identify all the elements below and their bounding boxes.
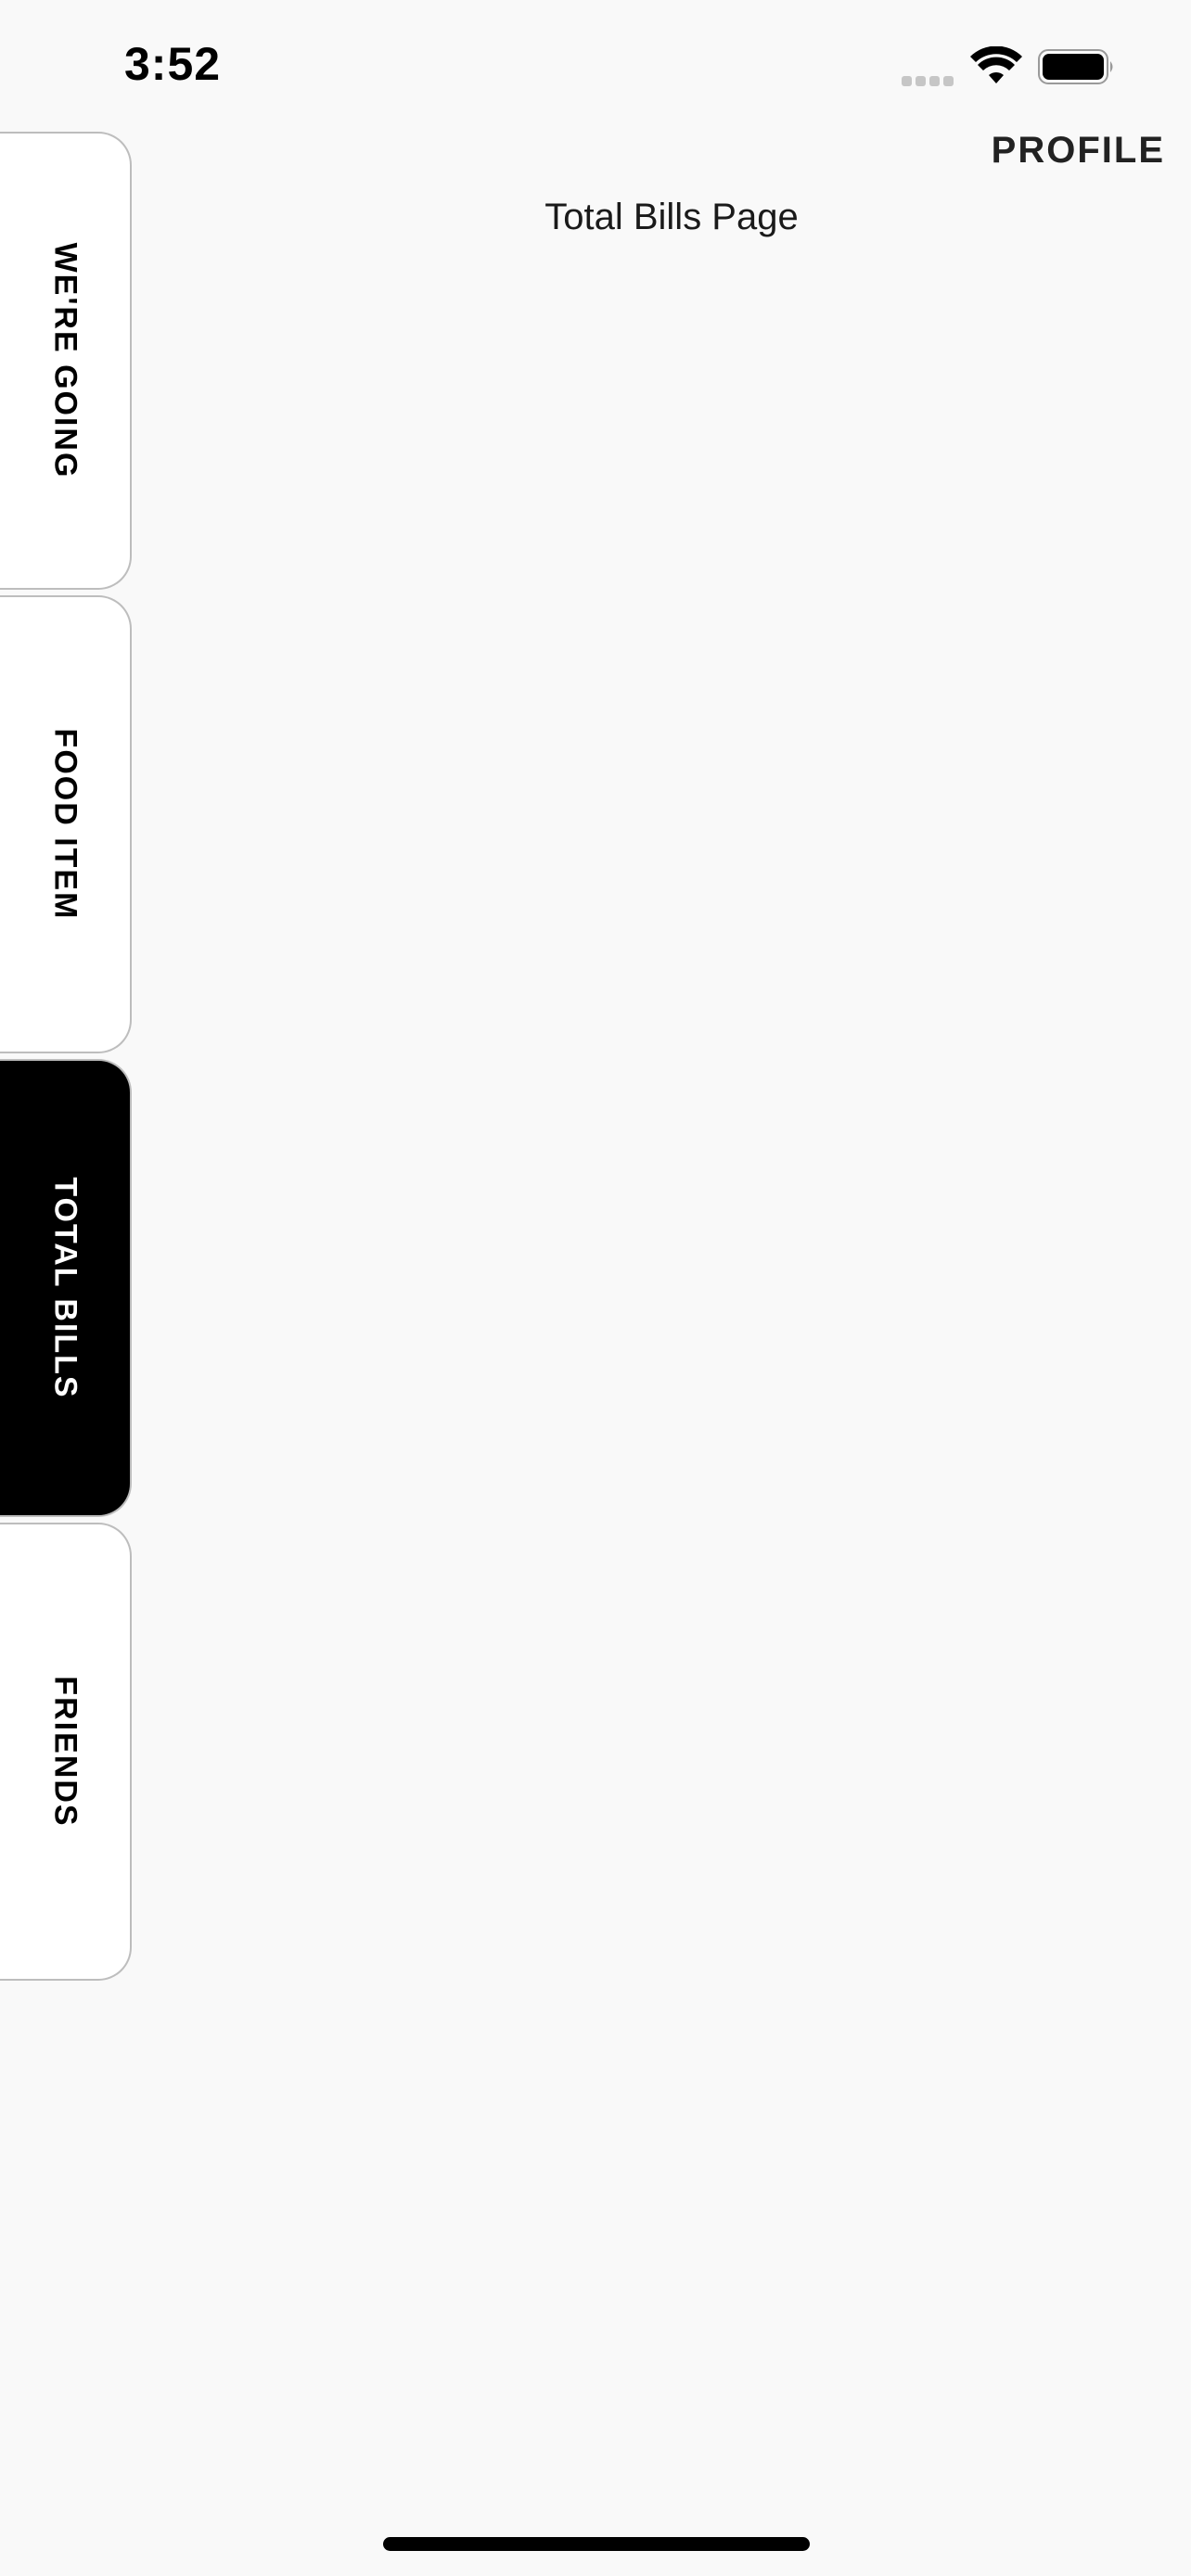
profile-button[interactable]: PROFILE — [992, 130, 1165, 172]
side-tab-bar: WE'RE GOING FOOD ITEM TOTAL BILLS FRIEND… — [0, 132, 134, 1986]
cellular-signal-icon — [902, 74, 959, 87]
wifi-icon — [970, 46, 1022, 83]
page-title: Total Bills Page — [544, 197, 799, 237]
tab-friends[interactable]: FRIENDS — [0, 1523, 132, 1981]
tab-total-bills[interactable]: TOTAL BILLS — [0, 1059, 132, 1517]
tab-label: FOOD ITEM — [47, 728, 83, 921]
status-bar: 3:52 — [0, 0, 1191, 130]
tab-label: TOTAL BILLS — [47, 1177, 83, 1399]
tab-label: WE'RE GOING — [47, 242, 83, 479]
tab-label: FRIENDS — [47, 1676, 83, 1828]
battery-icon — [1038, 49, 1113, 84]
tab-were-going[interactable]: WE'RE GOING — [0, 132, 132, 590]
home-indicator[interactable] — [383, 2537, 810, 2551]
tab-food-item[interactable]: FOOD ITEM — [0, 595, 132, 1053]
status-time: 3:52 — [124, 38, 222, 90]
